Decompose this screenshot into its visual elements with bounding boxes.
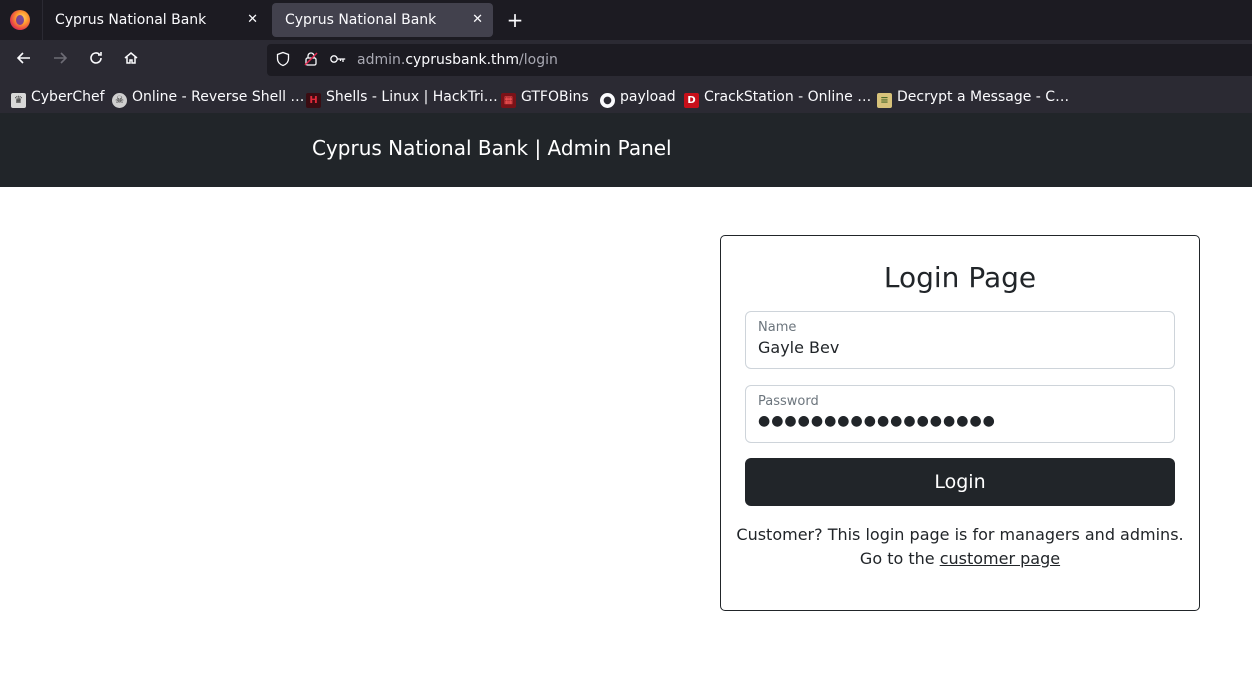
name-input[interactable]: Gayle Bev bbox=[758, 338, 839, 357]
reload-button[interactable] bbox=[83, 48, 109, 74]
password-label: Password bbox=[758, 394, 819, 409]
gtfobins-icon: ▦ bbox=[501, 93, 516, 108]
name-label: Name bbox=[758, 320, 797, 335]
bookmark-label: GTFOBins bbox=[521, 89, 589, 105]
bookmark-label: Online - Reverse Shell … bbox=[132, 89, 305, 105]
bookmark-gtfobins[interactable]: ▦ GTFOBins bbox=[501, 86, 589, 108]
bookmark-crackstation[interactable]: D CrackStation - Online … bbox=[684, 86, 871, 108]
bookmark-cyberchef[interactable]: ♛ CyberChef bbox=[11, 86, 105, 108]
decrypt-icon: ≡ bbox=[877, 93, 892, 108]
bookmark-hacktricks[interactable]: H Shells - Linux | HackTri… bbox=[306, 86, 498, 108]
home-icon bbox=[124, 52, 138, 64]
hacktricks-icon: H bbox=[306, 93, 321, 108]
close-icon[interactable]: ✕ bbox=[472, 3, 483, 37]
login-info-text: Customer? This login page is for manager… bbox=[721, 523, 1199, 571]
password-input[interactable]: ●●●●●●●●●●●●●●●●●● bbox=[758, 413, 996, 429]
close-icon[interactable]: ✕ bbox=[247, 3, 258, 37]
bookmarks-bar: ♛ CyberChef ☠ Online - Reverse Shell … H Sh… bbox=[0, 82, 1252, 113]
arrow-left-icon bbox=[16, 52, 30, 64]
shield-icon[interactable] bbox=[274, 51, 292, 69]
bookmark-payload[interactable]: ● payload bbox=[600, 86, 676, 108]
url-text[interactable]: admin.cyprusbank.thm/login bbox=[357, 44, 558, 76]
key-icon[interactable] bbox=[329, 51, 347, 69]
login-button[interactable]: Login bbox=[745, 458, 1175, 506]
name-field[interactable]: Name Gayle Bev bbox=[745, 311, 1175, 369]
browser-tab-1[interactable]: Cyprus National Bank ✕ bbox=[42, 3, 268, 37]
home-button[interactable] bbox=[118, 48, 144, 74]
customer-page-link[interactable]: customer page bbox=[940, 549, 1060, 568]
insecure-lock-icon[interactable] bbox=[302, 51, 320, 69]
new-tab-button[interactable]: + bbox=[505, 7, 525, 33]
crackstation-icon: D bbox=[684, 93, 699, 108]
site-header: Cyprus National Bank | Admin Panel bbox=[0, 113, 1252, 187]
url-subdomain: admin. bbox=[357, 52, 406, 68]
url-host: cyprusbank.thm bbox=[405, 52, 520, 68]
bookmark-label: Shells - Linux | HackTri… bbox=[326, 89, 498, 105]
back-button[interactable] bbox=[11, 48, 37, 74]
reload-icon bbox=[90, 52, 102, 64]
tab-title: Cyprus National Bank bbox=[285, 12, 437, 28]
browser-nav-bar: admin.cyprusbank.thm/login bbox=[0, 40, 1252, 82]
password-field[interactable]: Password ●●●●●●●●●●●●●●●●●● bbox=[745, 385, 1175, 443]
info-line-1: Customer? This login page is for manager… bbox=[736, 525, 1184, 544]
browser-tab-bar: Cyprus National Bank ✕ Cyprus National B… bbox=[0, 0, 1252, 40]
url-path: /login bbox=[519, 52, 558, 68]
github-icon: ● bbox=[600, 93, 615, 108]
bookmark-decrypt-message[interactable]: ≡ Decrypt a Message - C… bbox=[877, 86, 1069, 108]
chef-icon: ♛ bbox=[11, 93, 26, 108]
tab-title: Cyprus National Bank bbox=[55, 12, 207, 28]
bookmark-label: CyberChef bbox=[31, 89, 105, 105]
login-title: Login Page bbox=[883, 261, 1037, 294]
bookmark-label: CrackStation - Online … bbox=[704, 89, 872, 105]
bookmark-reverse-shell[interactable]: ☠ Online - Reverse Shell … bbox=[112, 86, 304, 108]
info-prefix: Go to the bbox=[859, 549, 940, 568]
arrow-right-icon bbox=[54, 52, 68, 64]
bookmark-label: payload bbox=[620, 89, 676, 105]
firefox-logo-icon[interactable] bbox=[10, 10, 30, 30]
forward-button[interactable] bbox=[47, 48, 73, 74]
bookmark-label: Decrypt a Message - C… bbox=[897, 89, 1070, 105]
browser-tab-2-active[interactable]: Cyprus National Bank ✕ bbox=[272, 3, 493, 37]
skull-icon: ☠ bbox=[112, 93, 127, 108]
url-bar[interactable]: admin.cyprusbank.thm/login bbox=[267, 44, 1252, 76]
login-card: Login Page Name Gayle Bev Password ●●●●●… bbox=[720, 235, 1200, 611]
info-line-2: Go to the customer page bbox=[721, 547, 1199, 571]
site-title[interactable]: Cyprus National Bank | Admin Panel bbox=[312, 134, 672, 162]
